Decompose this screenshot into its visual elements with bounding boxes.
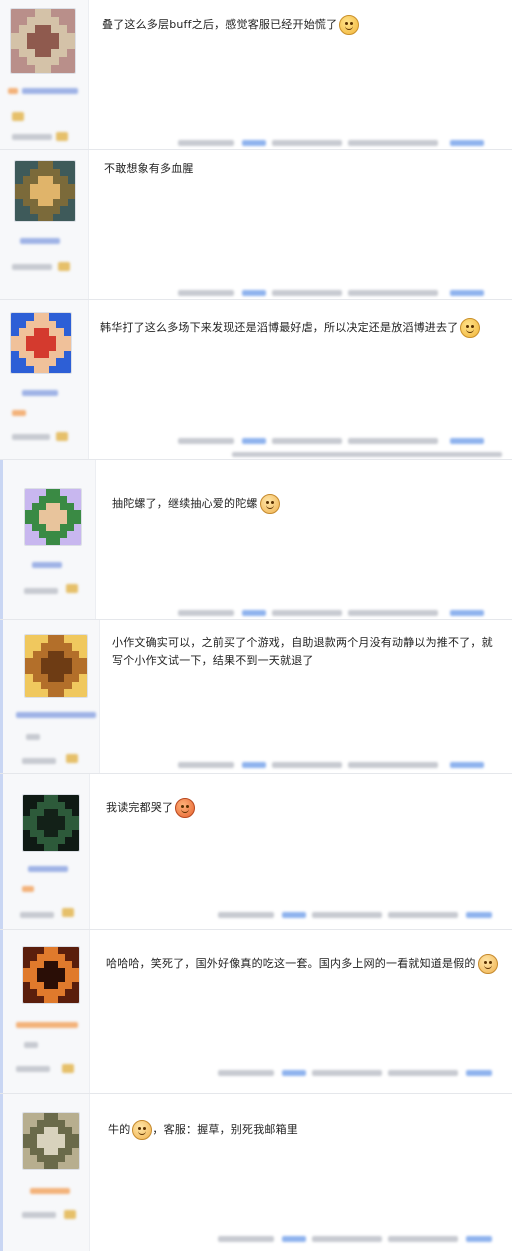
reply-meta bbox=[218, 1234, 498, 1244]
reply-post: 哈哈哈，笑死了，国外好像真的吃这一套。国内多上网的一看就知道是假的 bbox=[0, 930, 512, 1094]
reply-meta bbox=[178, 608, 498, 618]
reply-meta bbox=[178, 760, 498, 770]
blush-emoji-icon bbox=[259, 494, 280, 514]
reply-post: 不敢想象有多血腥 bbox=[0, 150, 512, 300]
user-avatar[interactable] bbox=[22, 946, 80, 1004]
reply-meta bbox=[178, 138, 498, 148]
user-avatar[interactable] bbox=[24, 488, 82, 546]
reply-link[interactable] bbox=[466, 912, 492, 918]
reply-link[interactable] bbox=[450, 290, 484, 296]
reply-post: 抽陀螺了，继续抽心爱的陀螺 bbox=[0, 460, 512, 620]
reply-thread: 叠了这么多层buff之后，感觉客服已经开始慌了 不敢想象有多血腥 韩华打了这么多… bbox=[0, 0, 512, 1251]
reply-text: 韩华打了这么多场下来发现还是滔博最好虐，所以决定还是放滔博进去了 bbox=[100, 321, 459, 334]
reply-text: 抽陀螺了，继续抽心爱的陀螺 bbox=[112, 497, 258, 510]
reply-content: 小作文确实可以，之前买了个游戏，自助退款两个月没有动静以为推不了，就写个小作文试… bbox=[112, 634, 502, 670]
reply-link[interactable] bbox=[450, 438, 484, 444]
username[interactable] bbox=[16, 1022, 78, 1028]
reply-text: 不敢想象有多血腥 bbox=[104, 162, 194, 175]
username[interactable] bbox=[22, 390, 58, 396]
reply-link[interactable] bbox=[450, 140, 484, 146]
reply-meta bbox=[178, 288, 498, 298]
reply-text: 小作文确实可以，之前买了个游戏，自助退款两个月没有动静以为推不了，就写个小作文试… bbox=[112, 636, 493, 667]
smile-emoji-icon bbox=[460, 318, 481, 338]
reply-link[interactable] bbox=[466, 1236, 492, 1242]
username[interactable] bbox=[22, 88, 78, 94]
reply-post: 叠了这么多层buff之后，感觉客服已经开始慌了 bbox=[0, 0, 512, 150]
reply-text: 我读完都哭了 bbox=[106, 801, 174, 814]
reply-link[interactable] bbox=[466, 1070, 492, 1076]
reply-text-start: 牛的 bbox=[108, 1123, 131, 1136]
blush-emoji-icon bbox=[477, 954, 498, 974]
reply-content: 抽陀螺了，继续抽心爱的陀螺 bbox=[112, 494, 502, 514]
username[interactable] bbox=[16, 712, 96, 718]
username[interactable] bbox=[32, 562, 62, 568]
reply-link[interactable] bbox=[450, 762, 484, 768]
user-avatar[interactable] bbox=[22, 794, 80, 852]
reply-meta bbox=[218, 1068, 498, 1078]
reply-post: 我读完都哭了 bbox=[0, 774, 512, 930]
reply-link[interactable] bbox=[450, 610, 484, 616]
username[interactable] bbox=[20, 238, 60, 244]
angry-emoji-icon bbox=[175, 798, 196, 818]
blush-emoji-icon bbox=[132, 1120, 153, 1140]
reply-content: 牛的 ，客服：握草，别死我邮箱里 bbox=[108, 1120, 504, 1140]
username[interactable] bbox=[28, 866, 68, 872]
user-avatar[interactable] bbox=[10, 8, 76, 74]
reply-content: 韩华打了这么多场下来发现还是滔博最好虐，所以决定还是放滔博进去了 bbox=[100, 318, 504, 338]
reply-text: 哈哈哈，笑死了，国外好像真的吃这一套。国内多上网的一看就知道是假的 bbox=[106, 957, 476, 970]
reply-post: 韩华打了这么多场下来发现还是滔博最好虐，所以决定还是放滔博进去了 bbox=[0, 300, 512, 460]
user-avatar[interactable] bbox=[22, 1112, 80, 1170]
reply-content: 不敢想象有多血腥 bbox=[104, 160, 494, 178]
user-avatar[interactable] bbox=[24, 634, 88, 698]
reply-meta bbox=[178, 436, 498, 446]
reply-content: 我读完都哭了 bbox=[106, 798, 502, 818]
username[interactable] bbox=[30, 1188, 70, 1194]
reply-post: 小作文确实可以，之前买了个游戏，自助退款两个月没有动静以为推不了，就写个小作文试… bbox=[0, 620, 512, 774]
reply-text-end: ，客服：握草，别死我邮箱里 bbox=[152, 1123, 299, 1136]
reply-meta bbox=[218, 910, 498, 920]
user-avatar[interactable] bbox=[14, 160, 76, 222]
reply-content: 哈哈哈，笑死了，国外好像真的吃这一套。国内多上网的一看就知道是假的 bbox=[106, 954, 506, 974]
reply-text: 叠了这么多层buff之后，感觉客服已经开始慌了 bbox=[102, 18, 338, 31]
user-avatar[interactable] bbox=[10, 312, 72, 374]
smile-emoji-icon bbox=[339, 15, 360, 35]
reply-content: 叠了这么多层buff之后，感觉客服已经开始慌了 bbox=[102, 15, 502, 35]
reply-post: 牛的 ，客服：握草，别死我邮箱里 bbox=[0, 1094, 512, 1251]
